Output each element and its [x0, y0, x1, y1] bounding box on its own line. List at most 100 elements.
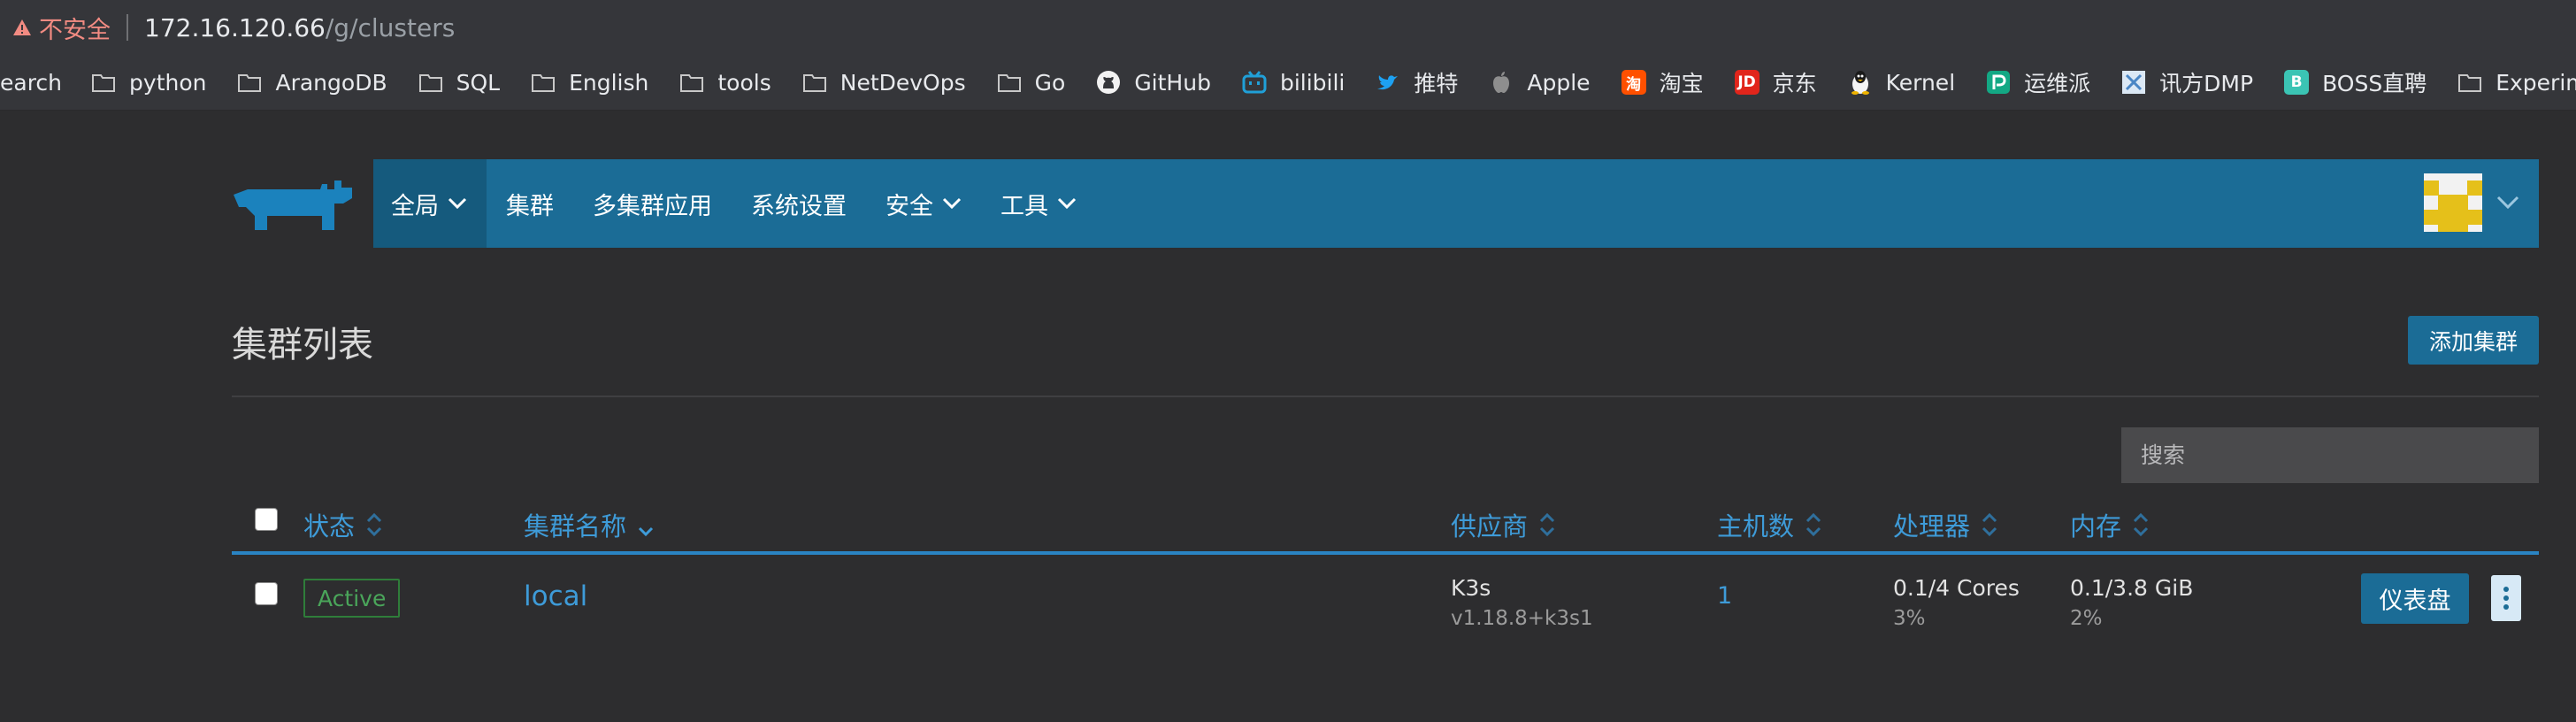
- more-vertical-icon: [2503, 587, 2509, 610]
- user-menu[interactable]: [2424, 173, 2519, 232]
- cluster-name-link[interactable]: local: [524, 580, 587, 612]
- bookmark-label: bilibili: [1279, 69, 1346, 96]
- nav-label: 集群: [506, 192, 554, 220]
- status-badge: Active: [303, 579, 401, 618]
- rancher-logo[interactable]: [232, 177, 356, 234]
- row-actions-button[interactable]: [2491, 575, 2521, 621]
- bookmark-label: 淘宝: [1659, 71, 1704, 96]
- column-header-state[interactable]: 状态: [303, 506, 383, 543]
- jd-icon: JD: [1734, 69, 1760, 96]
- column-header-memory[interactable]: 内存: [2070, 506, 2150, 543]
- sort-icon: [1806, 512, 1821, 537]
- bookmark-sql[interactable]: SQL: [418, 69, 500, 96]
- header-label: 主机数: [1717, 511, 1795, 542]
- bookmark-label: Go: [1034, 69, 1066, 96]
- bookmark-label: ArangoDB: [275, 69, 387, 96]
- bookmark-boss[interactable]: B BOSS直聘: [2283, 66, 2426, 98]
- node-count-link[interactable]: 1: [1717, 582, 1732, 610]
- sort-icon: [1982, 512, 1997, 537]
- chevron-down-icon: [2496, 196, 2519, 210]
- taobao-icon: 淘: [1621, 69, 1647, 96]
- bookmark-twitter[interactable]: 推特: [1375, 66, 1458, 98]
- bookmark-kernel[interactable]: Kernel: [1847, 69, 1956, 96]
- nav-global-label: 全局: [391, 192, 439, 220]
- bookmark-english[interactable]: English: [530, 69, 648, 96]
- top-navigation: 全局 集群 多集群应用 系统设置 安全 工具: [373, 159, 2539, 248]
- bookmark-taobao[interactable]: 淘 淘宝: [1621, 66, 1704, 98]
- header-label: 内存: [2070, 511, 2122, 542]
- bookmark-search[interactable]: earch: [0, 70, 62, 96]
- bookmark-label: SQL: [456, 69, 501, 96]
- memory-percent: 2%: [2070, 607, 2103, 630]
- folder-icon: [530, 69, 556, 96]
- browser-address-bar[interactable]: 不安全 172.16.120.66/g/clusters: [0, 0, 2576, 55]
- yunweipai-icon: [1985, 69, 2012, 96]
- bookmark-xunfang[interactable]: 讯方DMP: [2120, 66, 2253, 98]
- security-status[interactable]: 不安全: [39, 11, 111, 45]
- add-cluster-button[interactable]: 添加集群: [2408, 316, 2539, 365]
- bookmark-label: BOSS直聘: [2322, 71, 2427, 96]
- bookmark-netdevops[interactable]: NetDevOps: [801, 69, 966, 96]
- boss-icon: B: [2283, 69, 2310, 96]
- bookmark-go[interactable]: Go: [996, 69, 1066, 96]
- select-all-checkbox[interactable]: [255, 508, 278, 531]
- bookmark-jd[interactable]: JD 京东: [1734, 66, 1817, 98]
- bookmark-arangodb[interactable]: ArangoDB: [236, 69, 387, 96]
- folder-icon: [90, 69, 117, 96]
- url-path[interactable]: /g/clusters: [326, 13, 455, 42]
- column-header-name[interactable]: 集群名称: [524, 506, 655, 543]
- bookmark-tools[interactable]: tools: [678, 69, 771, 96]
- bookmark-python[interactable]: python: [90, 69, 206, 96]
- nav-global-menu[interactable]: 全局: [373, 159, 487, 248]
- divider: [232, 396, 2539, 397]
- search-input[interactable]: [2121, 427, 2539, 483]
- nav-clusters[interactable]: 集群: [487, 159, 573, 248]
- dashboard-button[interactable]: 仪表盘: [2361, 573, 2469, 624]
- bookmarks-bar: earch python ArangoDB SQL English tools …: [0, 55, 2576, 111]
- bookmark-label: python: [129, 69, 207, 96]
- nav-multi-cluster-apps[interactable]: 多集群应用: [573, 159, 732, 248]
- nav-label: 系统设置: [751, 192, 847, 220]
- sort-icon: [2133, 512, 2149, 537]
- folder-icon: [678, 69, 705, 96]
- header-label: 供应商: [1451, 511, 1529, 542]
- header-label: 处理器: [1893, 511, 1971, 542]
- cpu-percent: 3%: [1893, 607, 1926, 630]
- folder-icon: [996, 69, 1023, 96]
- bookmark-label: GitHub: [1134, 69, 1211, 96]
- nav-security[interactable]: 安全: [866, 159, 981, 248]
- nav-tools[interactable]: 工具: [981, 159, 1096, 248]
- bookmark-github[interactable]: GitHub: [1095, 69, 1211, 96]
- page-title: 集群列表: [232, 325, 373, 365]
- bookmark-yunweipai[interactable]: 运维派: [1985, 66, 2090, 98]
- bookmark-label: Kernel: [1885, 69, 1956, 96]
- memory-usage: 0.1/3.8 GiB: [2070, 575, 2194, 601]
- folder-icon: [418, 69, 444, 96]
- provider-version: v1.18.8+k3s1: [1451, 607, 1593, 630]
- column-header-cpu[interactable]: 处理器: [1893, 506, 1998, 543]
- bookmark-label: 运维派: [2024, 71, 2091, 96]
- bookmark-bilibili[interactable]: bilibili: [1241, 69, 1345, 96]
- url-divider: [126, 14, 128, 41]
- provider-name: K3s: [1451, 575, 1491, 601]
- nav-settings[interactable]: 系统设置: [732, 159, 866, 248]
- folder-icon: [236, 69, 263, 96]
- bookmark-apple[interactable]: Apple: [1488, 69, 1591, 96]
- nav-label: 工具: [1000, 192, 1048, 220]
- chevron-down-icon: [448, 197, 467, 210]
- column-header-nodes[interactable]: 主机数: [1717, 506, 1822, 543]
- column-header-provider[interactable]: 供应商: [1451, 506, 1556, 543]
- avatar[interactable]: [2424, 173, 2482, 232]
- header-label: 集群名称: [524, 511, 627, 542]
- bookmark-label: Apple: [1527, 69, 1591, 96]
- bookmark-label: 推特: [1414, 71, 1459, 96]
- bookmark-label: 讯方DMP: [2159, 71, 2254, 96]
- table-header-underline: [232, 551, 2539, 555]
- bookmark-experimental[interactable]: Experimental: [2457, 69, 2576, 96]
- apple-icon: [1488, 69, 1514, 96]
- chevron-down-icon: [942, 197, 962, 210]
- github-icon: [1095, 69, 1122, 96]
- folder-icon: [801, 69, 828, 96]
- row-checkbox[interactable]: [255, 582, 278, 605]
- url-host[interactable]: 172.16.120.66: [144, 13, 326, 42]
